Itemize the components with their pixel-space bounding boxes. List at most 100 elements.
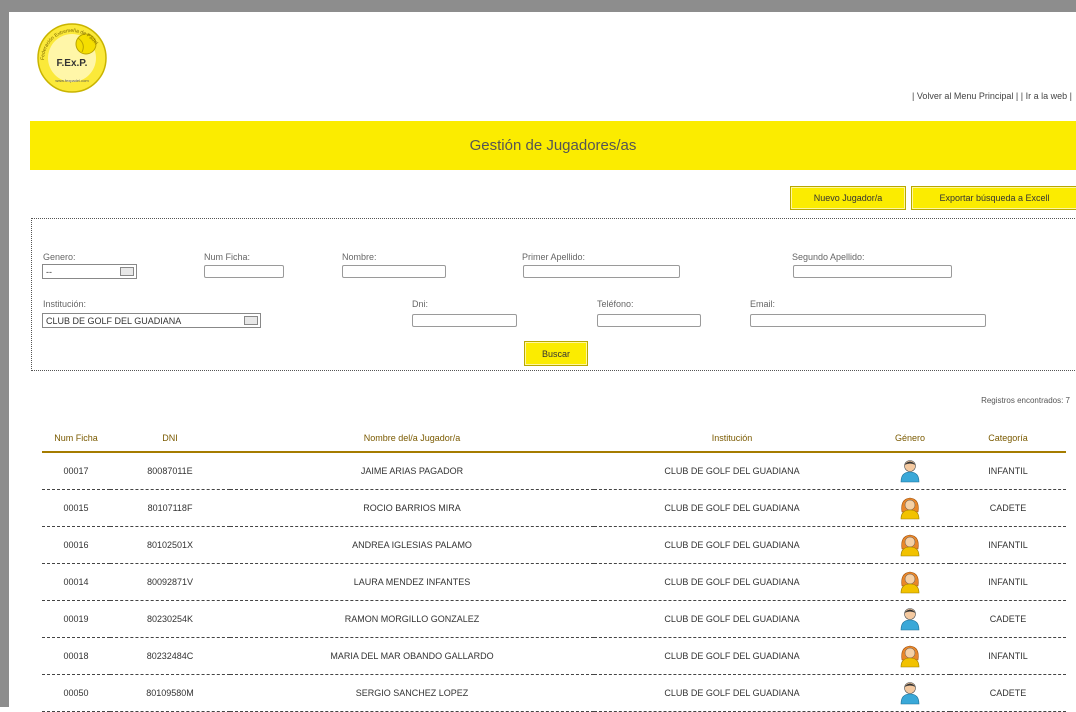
cell-num-ficha: 00019 xyxy=(42,600,110,638)
table-row[interactable]: 00050 80109580M SERGIO SANCHEZ LOPEZ CLUB D… xyxy=(42,674,1066,712)
institucion-select[interactable]: CLUB DE GOLF DEL GUADIANA xyxy=(42,313,261,328)
cell-nombre: RAMON MORGILLO GONZALEZ xyxy=(230,600,594,638)
primer-apellido-input[interactable] xyxy=(523,265,680,278)
institucion-label: Institución: xyxy=(43,299,87,309)
cell-categoria: CADETE xyxy=(950,489,1066,527)
back-to-menu-link[interactable]: | Volver al Menu Principal | xyxy=(912,91,1018,101)
cell-genero xyxy=(870,600,950,638)
column-header-genero[interactable]: Género xyxy=(870,424,950,453)
email-label: Email: xyxy=(750,299,776,309)
gender-label: Genero: xyxy=(43,252,76,262)
search-button[interactable]: Buscar xyxy=(524,341,588,366)
cell-categoria: INFANTIL xyxy=(950,637,1066,675)
column-header-categoria[interactable]: Categoría xyxy=(950,424,1066,453)
table-row[interactable]: 00017 80087011E JAIME ARIAS PAGADOR CLUB DE… xyxy=(42,452,1066,490)
chevron-down-icon[interactable] xyxy=(244,316,258,325)
cell-num-ficha: 00014 xyxy=(42,563,110,601)
table-row[interactable]: 00015 80107118F ROCIO BARRIOS MIRA CLUB DE … xyxy=(42,489,1066,527)
cell-dni: 80102501X xyxy=(110,526,230,564)
cell-institucion: CLUB DE GOLF DEL GUADIANA xyxy=(594,563,870,601)
svg-text:F.Ex.P.: F.Ex.P. xyxy=(57,58,88,69)
search-filters-panel: Genero: -- Num Ficha: Nombre: Primer Ape… xyxy=(31,218,1076,371)
gender-select[interactable]: -- xyxy=(42,264,137,279)
window-frame-top xyxy=(0,0,1076,12)
cell-nombre: MARIA DEL MAR OBANDO GALLARDO xyxy=(230,637,594,675)
cell-nombre: JAIME ARIAS PAGADOR xyxy=(230,452,594,490)
primer-apellido-label: Primer Apellido: xyxy=(522,252,586,262)
cell-nombre: ROCIO BARRIOS MIRA xyxy=(230,489,594,527)
svg-text:www.fexpadel.com: www.fexpadel.com xyxy=(55,78,89,83)
cell-categoria: CADETE xyxy=(950,674,1066,712)
export-excel-button[interactable]: Exportar búsqueda a Excell xyxy=(911,186,1076,210)
num-ficha-input[interactable] xyxy=(204,265,284,278)
cell-num-ficha: 00016 xyxy=(42,526,110,564)
dni-input[interactable] xyxy=(412,314,517,327)
nombre-input[interactable] xyxy=(342,265,446,278)
gender-select-value: -- xyxy=(46,266,52,277)
cell-dni: 80092871V xyxy=(110,563,230,601)
female-avatar-icon xyxy=(899,534,921,557)
female-avatar-icon xyxy=(899,645,921,668)
nombre-label: Nombre: xyxy=(342,252,377,262)
male-avatar-icon xyxy=(899,608,921,631)
cell-num-ficha: 00017 xyxy=(42,452,110,490)
telefono-input[interactable] xyxy=(597,314,701,327)
cell-genero xyxy=(870,637,950,675)
cell-categoria: INFANTIL xyxy=(950,563,1066,601)
male-avatar-icon xyxy=(899,460,921,483)
female-avatar-icon xyxy=(899,571,921,594)
cell-institucion: CLUB DE GOLF DEL GUADIANA xyxy=(594,526,870,564)
table-header-row: Num Ficha DNI Nombre del/a Jugador/a Ins… xyxy=(42,424,1066,453)
cell-institucion: CLUB DE GOLF DEL GUADIANA xyxy=(594,637,870,675)
chevron-down-icon[interactable] xyxy=(120,267,134,276)
column-header-num-ficha[interactable]: Num Ficha xyxy=(42,424,110,453)
cell-institucion: CLUB DE GOLF DEL GUADIANA xyxy=(594,674,870,712)
cell-genero xyxy=(870,674,950,712)
new-player-button[interactable]: Nuevo Jugador/a xyxy=(790,186,906,210)
cell-num-ficha: 00050 xyxy=(42,674,110,712)
email-input[interactable] xyxy=(750,314,986,327)
top-links: | Volver al Menu Principal | | Ir a la w… xyxy=(912,91,1072,101)
cell-institucion: CLUB DE GOLF DEL GUADIANA xyxy=(594,600,870,638)
cell-dni: 80109580M xyxy=(110,674,230,712)
segundo-apellido-input[interactable] xyxy=(793,265,952,278)
table-row[interactable]: 00018 80232484C MARIA DEL MAR OBANDO GALLA… xyxy=(42,637,1066,675)
page-title-bar: Gestión de Jugadores/as xyxy=(30,121,1076,170)
cell-categoria: INFANTIL xyxy=(950,452,1066,490)
cell-dni: 80230254K xyxy=(110,600,230,638)
cell-dni: 80107118F xyxy=(110,489,230,527)
cell-institucion: CLUB DE GOLF DEL GUADIANA xyxy=(594,452,870,490)
cell-genero xyxy=(870,452,950,490)
go-to-web-link[interactable]: | Ir a la web | xyxy=(1021,91,1072,101)
cell-categoria: CADETE xyxy=(950,600,1066,638)
table-row[interactable]: 00014 80092871V LAURA MENDEZ INFANTES CLUB … xyxy=(42,563,1066,601)
column-header-nombre[interactable]: Nombre del/a Jugador/a xyxy=(230,424,594,453)
dni-label: Dni: xyxy=(412,299,429,309)
cell-nombre: ANDREA IGLESIAS PALAMO xyxy=(230,526,594,564)
cell-nombre: LAURA MENDEZ INFANTES xyxy=(230,563,594,601)
cell-dni: 80232484C xyxy=(110,637,230,675)
institucion-select-value: CLUB DE GOLF DEL GUADIANA xyxy=(46,315,182,326)
table-row[interactable]: 00019 80230254K RAMON MORGILLO GONZALEZ CLU… xyxy=(42,600,1066,638)
cell-genero xyxy=(870,489,950,527)
column-header-institucion[interactable]: Institución xyxy=(594,424,870,453)
cell-num-ficha: 00015 xyxy=(42,489,110,527)
cell-nombre: SERGIO SANCHEZ LOPEZ xyxy=(230,674,594,712)
table-row[interactable]: 00016 80102501X ANDREA IGLESIAS PALAMO CLUB… xyxy=(42,526,1066,564)
segundo-apellido-label: Segundo Apellido: xyxy=(792,252,865,262)
cell-institucion: CLUB DE GOLF DEL GUADIANA xyxy=(594,489,870,527)
cell-dni: 80087011E xyxy=(110,452,230,490)
cell-genero xyxy=(870,563,950,601)
column-header-dni[interactable]: DNI xyxy=(110,424,230,453)
cell-categoria: INFANTIL xyxy=(950,526,1066,564)
fexp-logo: F.Ex.P. www.fexpadel.com Federación Extr… xyxy=(37,23,107,93)
cell-num-ficha: 00018 xyxy=(42,637,110,675)
num-ficha-label: Num Ficha: xyxy=(204,252,251,262)
cell-genero xyxy=(870,526,950,564)
female-avatar-icon xyxy=(899,497,921,520)
male-avatar-icon xyxy=(899,682,921,705)
players-table: Num Ficha DNI Nombre del/a Jugador/a Ins… xyxy=(42,424,1066,712)
page-title: Gestión de Jugadores/as xyxy=(469,137,637,154)
window-frame-left xyxy=(0,0,9,707)
records-found-count: Registros encontrados: 7 xyxy=(981,396,1070,405)
